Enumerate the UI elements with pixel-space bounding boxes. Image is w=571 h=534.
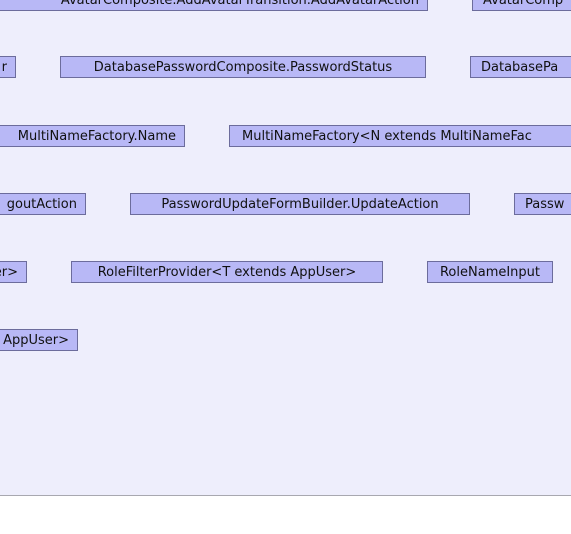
class-node[interactable]: AppUser> [0,329,78,351]
class-node[interactable]: er> [0,261,27,283]
class-node[interactable]: RoleNameInput [427,261,553,283]
class-node[interactable]: MultiNameFactory.Name [0,125,185,147]
class-node[interactable]: PasswordUpdateFormBuilder.UpdateAction [130,193,470,215]
class-node[interactable]: goutAction [0,193,86,215]
class-node[interactable]: r [0,56,16,78]
class-node[interactable]: MultiNameFactory<N extends MultiNameFac [229,125,571,147]
class-node[interactable]: DatabasePa [470,56,571,78]
class-node[interactable]: DatabasePasswordComposite.PasswordStatus [60,56,426,78]
class-node[interactable]: RoleFilterProvider<T extends AppUser> [71,261,383,283]
class-node[interactable]: Passw [514,193,571,215]
class-node[interactable]: AvatarComp [472,0,571,11]
class-diagram-canvas: AvatarComposite.AddAvatarTransition.AddA… [0,0,571,534]
class-node[interactable]: AvatarComposite.AddAvatarTransition.AddA… [0,0,428,11]
